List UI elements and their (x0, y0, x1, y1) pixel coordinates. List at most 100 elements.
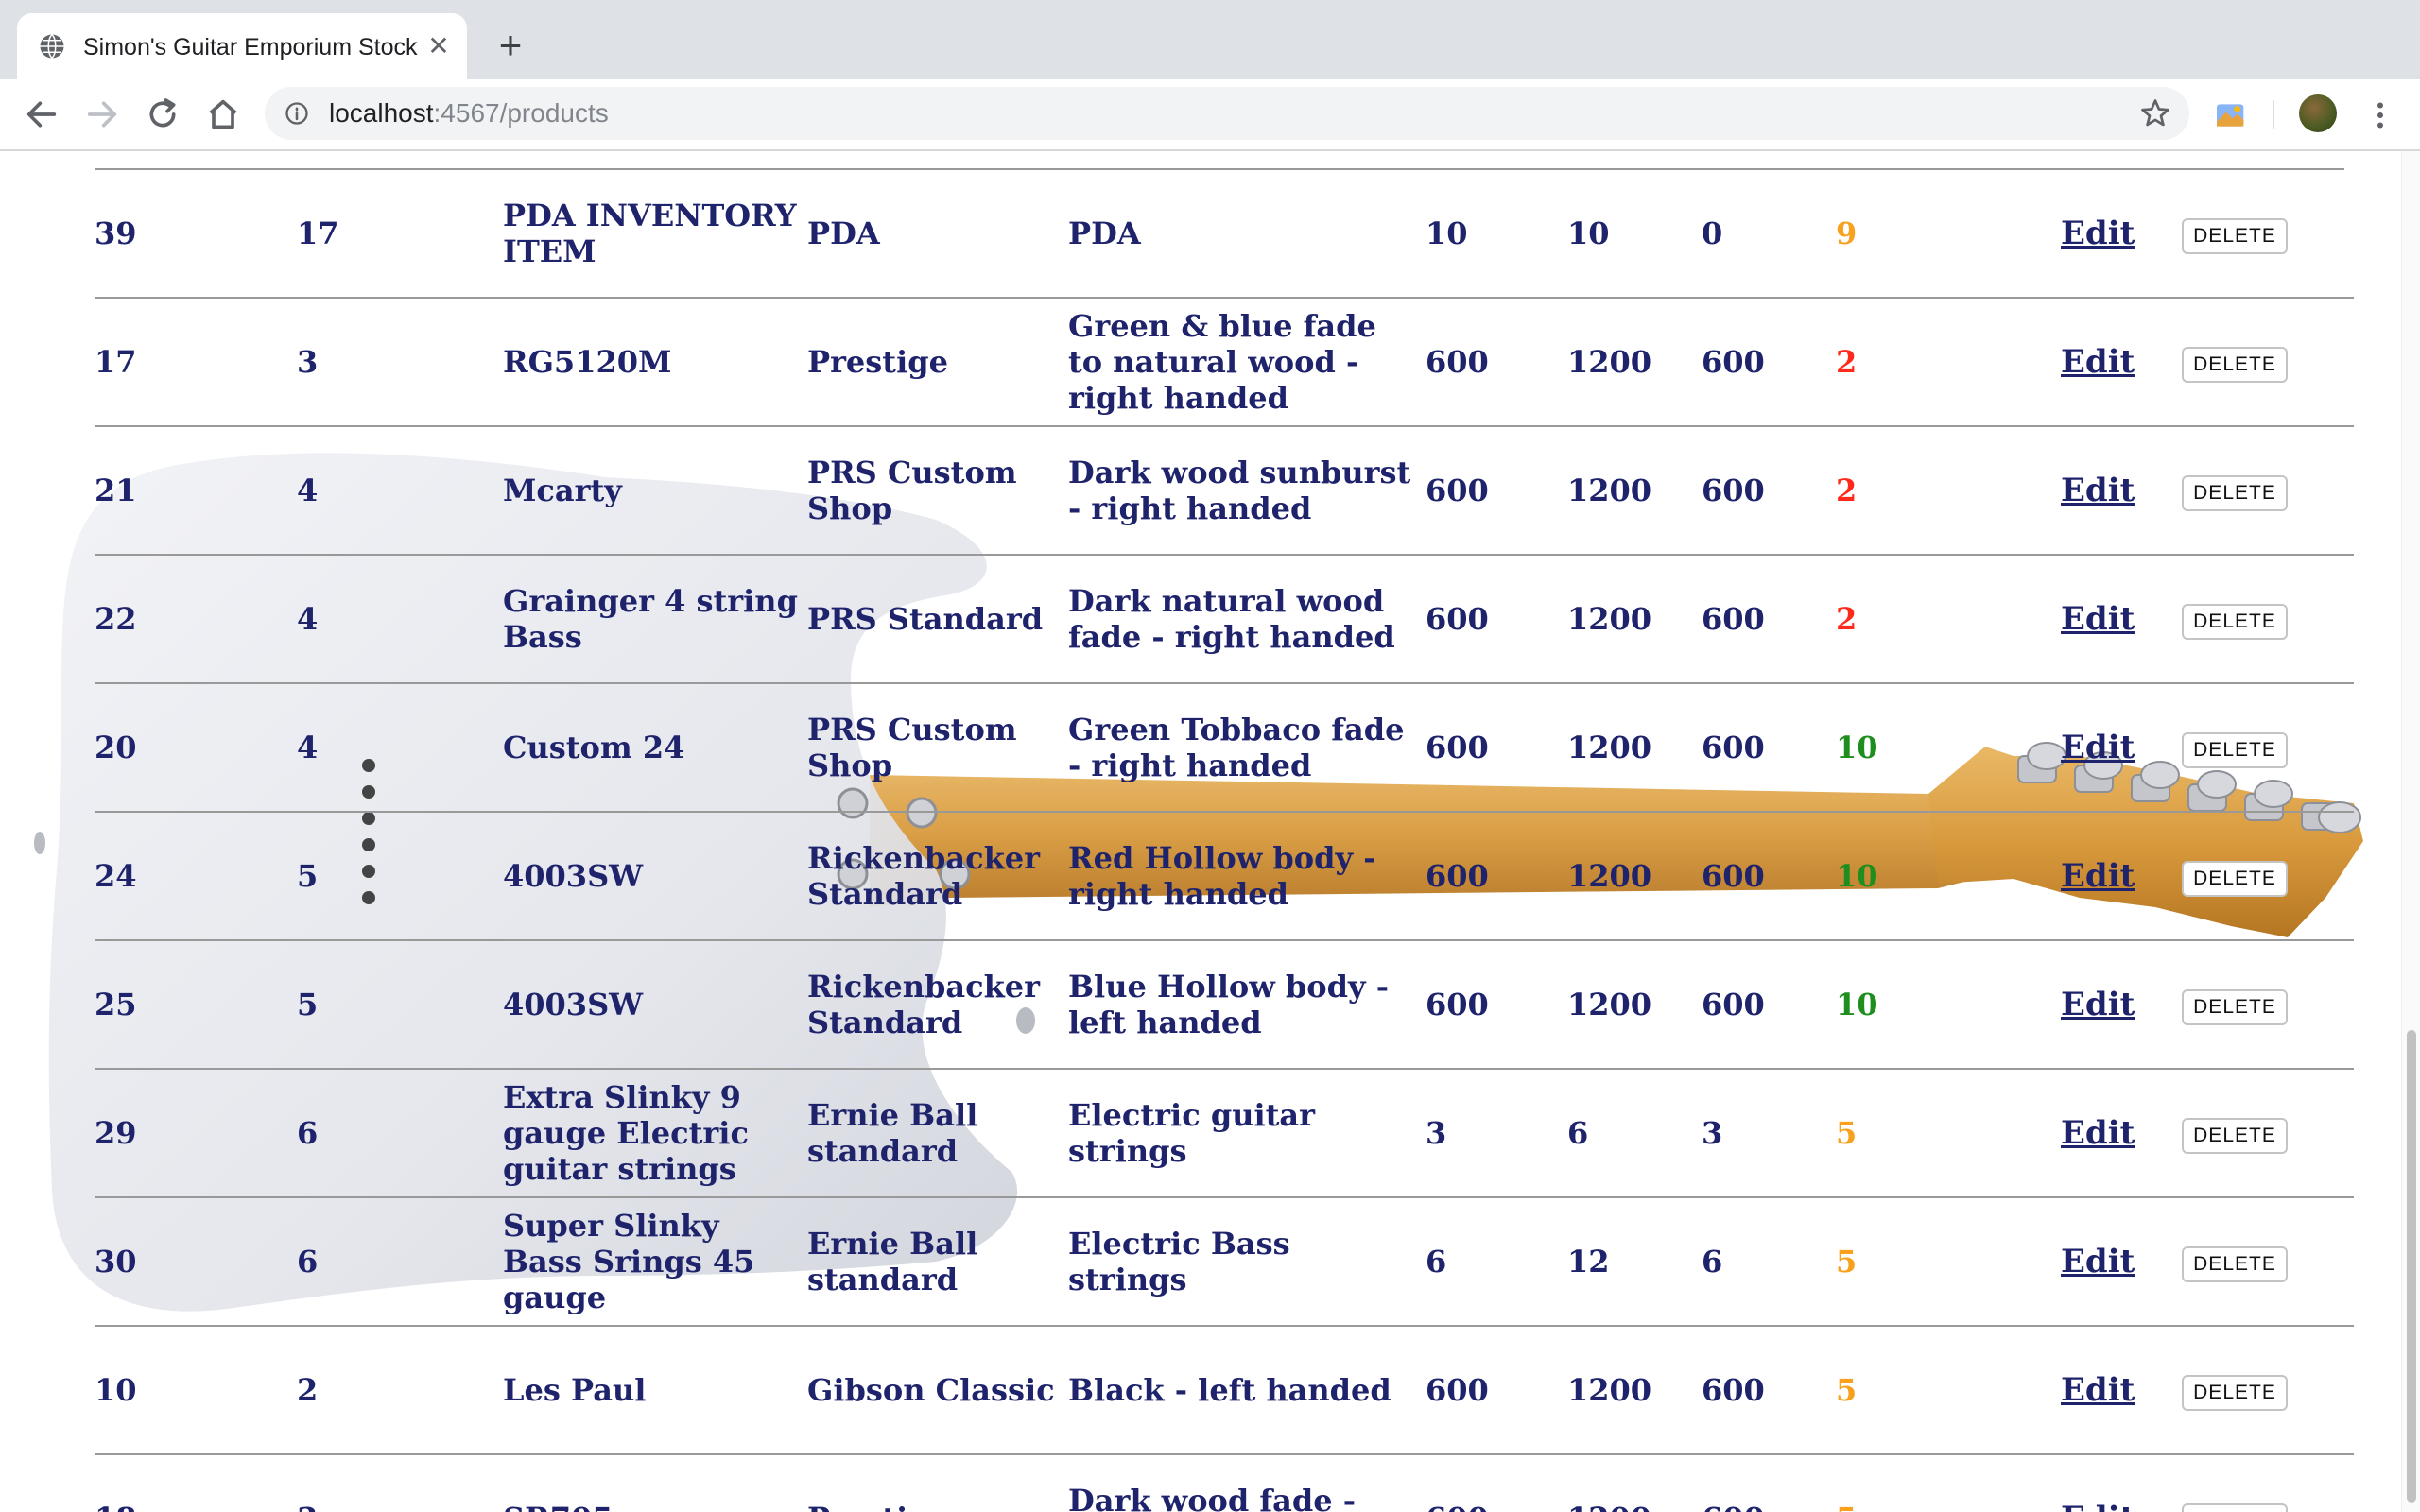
sell-price-cell: 12 (1567, 1197, 1702, 1327)
markup-cell: 600 (1702, 812, 1836, 941)
delete-cell: DELETE (2182, 683, 2354, 813)
more-menu-icon[interactable] (2363, 96, 2397, 134)
model-cell: Extra Slinky 9 gauge Electric guitar str… (503, 1069, 807, 1198)
address-bar[interactable]: localhost:4567/products (265, 87, 2189, 140)
stock-table: 39 17 PDA INVENTORY ITEM PDA PDA 10 10 0 9 Edit DE… (95, 170, 2354, 1512)
toolbar-separator (2273, 100, 2274, 129)
edit-link[interactable]: Edit (2061, 215, 2135, 252)
model-cell: SR705 (503, 1454, 807, 1512)
sell-price-cell: 1200 (1567, 555, 1702, 684)
delete-button[interactable]: DELETE (2182, 1246, 2288, 1282)
table-row: 21 4 Mcarty PRS Custom Shop Dark wood sunbur… (95, 426, 2354, 556)
delete-button[interactable]: DELETE (2182, 217, 2288, 254)
cost-price-cell: 600 (1426, 812, 1567, 941)
new-tab-button[interactable]: + (492, 26, 529, 65)
cost-price-cell: 600 (1426, 1454, 1567, 1512)
table-row: 30 6 Super Slinky Bass Srings 45 gauge Erni… (95, 1197, 2354, 1327)
cost-price-cell: 10 (1426, 170, 1567, 299)
description-cell: Green Tobbaco fade - right handed (1068, 683, 1426, 813)
bookmark-star-icon[interactable] (2138, 96, 2172, 130)
profile-avatar[interactable] (2299, 94, 2337, 132)
markup-cell: 6 (1702, 1197, 1836, 1327)
back-arrow-icon[interactable] (23, 95, 60, 133)
stock-id-cell: 21 (95, 426, 297, 556)
delete-button[interactable]: DELETE (2182, 731, 2288, 768)
close-icon[interactable]: ✕ (424, 31, 454, 61)
markup-cell: 600 (1702, 426, 1836, 556)
quantity-cell: 2 (1836, 298, 2061, 427)
delete-cell: DELETE (2182, 298, 2354, 427)
cost-price-cell: 600 (1426, 1326, 1567, 1455)
sell-price-cell: 1200 (1567, 812, 1702, 941)
table-row: 24 5 4003SW Rickenbacker Standard Red Hollow… (95, 812, 2354, 941)
cost-price-cell: 600 (1426, 683, 1567, 813)
delete-button[interactable]: DELETE (2182, 1374, 2288, 1411)
forward-arrow-icon[interactable] (83, 95, 121, 133)
delete-cell: DELETE (2182, 1197, 2354, 1327)
brand-cell: Rickenbacker Standard (807, 812, 1068, 941)
brand-cell: Gibson Classic (807, 1326, 1068, 1455)
description-cell: PDA (1068, 170, 1426, 299)
quantity-cell: 10 (1836, 812, 2061, 941)
edit-cell: Edit (2061, 1069, 2182, 1198)
edit-cell: Edit (2061, 555, 2182, 684)
cost-price-cell: 600 (1426, 555, 1567, 684)
home-icon[interactable] (204, 95, 242, 133)
markup-cell: 600 (1702, 1326, 1836, 1455)
edit-cell: Edit (2061, 1454, 2182, 1512)
delete-button[interactable]: DELETE (2182, 346, 2288, 383)
delete-button[interactable]: DELETE (2182, 860, 2288, 897)
edit-link[interactable]: Edit (2061, 1243, 2135, 1280)
url-host: localhost (329, 98, 434, 128)
delete-button[interactable]: DELETE (2182, 1117, 2288, 1154)
info-icon[interactable] (284, 100, 310, 127)
browser-toolbar: localhost:4567/products (0, 79, 2420, 151)
brand-cell: PRS Custom Shop (807, 426, 1068, 556)
edit-cell: Edit (2061, 170, 2182, 299)
sell-price-cell: 1200 (1567, 298, 1702, 427)
edit-link[interactable]: Edit (2061, 343, 2135, 381)
delete-cell: DELETE (2182, 940, 2354, 1070)
delete-button[interactable]: DELETE (2182, 603, 2288, 640)
scrollbar-thumb[interactable] (2407, 1030, 2416, 1503)
browser-tab[interactable]: Simon's Guitar Emporium Stock ✕ (17, 13, 467, 79)
edit-link[interactable]: Edit (2061, 1114, 2135, 1152)
delete-button[interactable]: DELETE (2182, 988, 2288, 1025)
type-id-cell: 4 (297, 683, 503, 813)
type-id-cell: 5 (297, 940, 503, 1070)
tab-title: Simon's Guitar Emporium Stock (83, 34, 418, 60)
table-row: 10 2 Les Paul Gibson Classic Black - left ha… (95, 1326, 2354, 1455)
edit-link[interactable]: Edit (2061, 1500, 2135, 1512)
tab-strip: Simon's Guitar Emporium Stock ✕ + (0, 0, 2420, 79)
edit-link[interactable]: Edit (2061, 472, 2135, 509)
cost-price-cell: 600 (1426, 426, 1567, 556)
stock-id-cell: 18 (95, 1454, 297, 1512)
table-row: 29 6 Extra Slinky 9 gauge Electric guitar … (95, 1069, 2354, 1198)
edit-link[interactable]: Edit (2061, 600, 2135, 638)
delete-cell: DELETE (2182, 1069, 2354, 1198)
delete-button[interactable]: DELETE (2182, 1503, 2288, 1512)
brand-cell: Ernie Ball standard (807, 1197, 1068, 1327)
stock-id-cell: 25 (95, 940, 297, 1070)
vertical-scrollbar[interactable] (2401, 151, 2420, 1512)
model-cell: 4003SW (503, 940, 807, 1070)
edit-link[interactable]: Edit (2061, 1371, 2135, 1409)
type-id-cell: 4 (297, 555, 503, 684)
type-id-cell: 3 (297, 298, 503, 427)
delete-cell: DELETE (2182, 812, 2354, 941)
delete-button[interactable]: DELETE (2182, 474, 2288, 511)
stock-id-cell: 17 (95, 298, 297, 427)
edit-link[interactable]: Edit (2061, 986, 2135, 1023)
edit-link[interactable]: Edit (2061, 729, 2135, 766)
edit-cell: Edit (2061, 683, 2182, 813)
delete-cell: DELETE (2182, 426, 2354, 556)
stock-id-cell: 30 (95, 1197, 297, 1327)
extension-icon[interactable] (2212, 96, 2250, 134)
sell-price-cell: 1200 (1567, 426, 1702, 556)
url-text[interactable]: localhost:4567/products (329, 98, 609, 129)
reload-icon[interactable] (144, 95, 182, 133)
products-page: 39 17 PDA INVENTORY ITEM PDA PDA 10 10 0 9 Edit DE… (0, 151, 2401, 1512)
stock-id-cell: 39 (95, 170, 297, 299)
sell-price-cell: 6 (1567, 1069, 1702, 1198)
edit-link[interactable]: Edit (2061, 857, 2135, 895)
